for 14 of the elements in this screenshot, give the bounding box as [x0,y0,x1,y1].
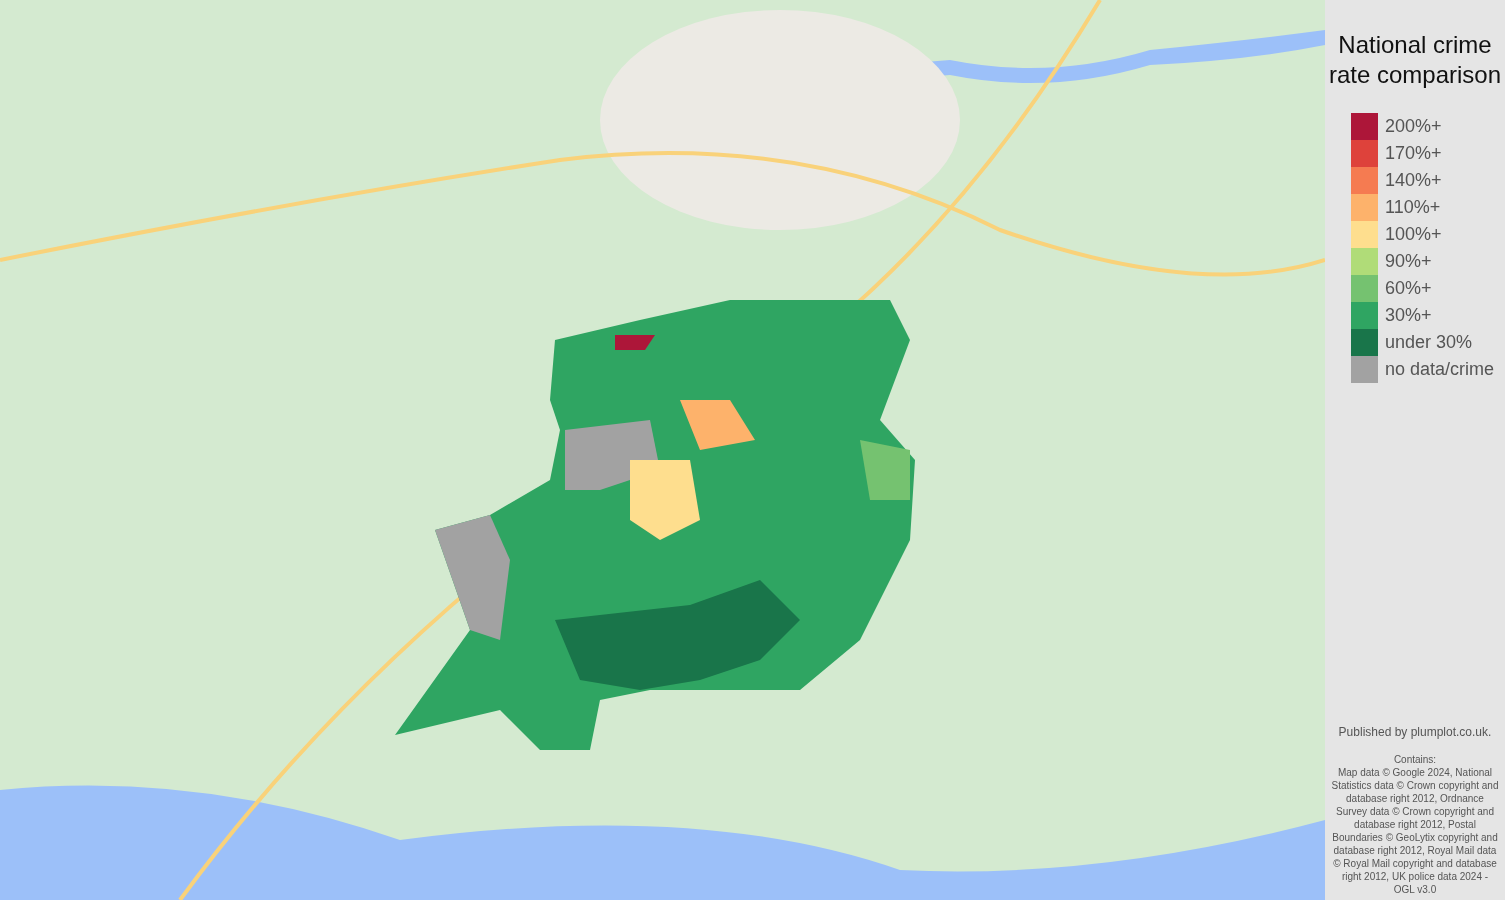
legend-label: 200%+ [1385,116,1442,137]
credits-heading: Contains: [1392,753,1438,766]
legend-label: 30%+ [1385,305,1432,326]
legend-label: no data/crime [1385,359,1495,380]
publisher-credit: Published by plumplot.co.uk. [1337,725,1493,739]
legend-title: National crime rate comparison [1327,30,1503,90]
legend-label: 90%+ [1385,251,1432,272]
legend-label: 140%+ [1385,170,1442,191]
legend-label: under 30% [1385,332,1473,353]
legend-label: 60%+ [1385,278,1432,299]
legend-label: 170%+ [1385,143,1442,164]
legend-label: 100%+ [1385,224,1442,245]
legend-label: 110%+ [1385,197,1441,218]
credits-text: Map data © Google 2024, National Statistics data © Crown copyright and database right 2012, Ordnance Survey data © Crown copyright and database right 2012, Postal Boundaries © GeoLytix copyright and database right 2012, Royal Mail data © Royal Mail copyright and database right 2012, UK police data 2024 - OGL v3.0 [1330,766,1500,896]
